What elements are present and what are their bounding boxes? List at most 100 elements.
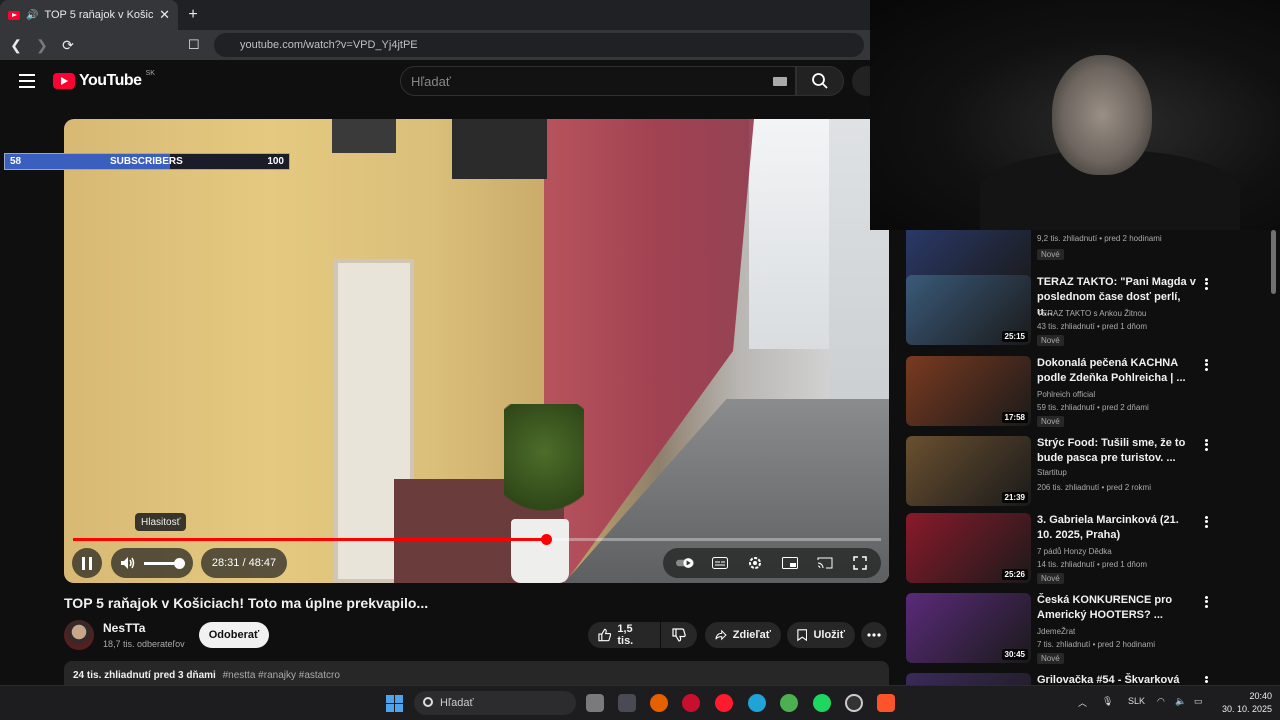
player-right-controls bbox=[663, 548, 881, 578]
volume-icon[interactable] bbox=[120, 556, 136, 570]
task-view-icon[interactable] bbox=[586, 694, 604, 712]
keyboard-icon[interactable] bbox=[773, 77, 787, 86]
language-indicator[interactable]: SLK bbox=[1128, 696, 1145, 706]
recommended-video[interactable]: 25:15 TERAZ TAKTO: "Pani Magda v posledno… bbox=[906, 275, 1236, 346]
search-button[interactable] bbox=[796, 66, 844, 96]
youtube-logo[interactable]: YouTube SK bbox=[53, 70, 155, 90]
recommended-channel[interactable]: JdemeŽrat bbox=[1037, 627, 1075, 636]
progress-bar[interactable] bbox=[73, 534, 881, 545]
video-thumbnail[interactable]: 30:45 bbox=[906, 593, 1031, 663]
volume-control[interactable] bbox=[111, 548, 193, 578]
recommended-video[interactable]: Grilovačka #54 - Škvarková bbox=[906, 673, 1236, 685]
firefox-icon[interactable] bbox=[650, 694, 668, 712]
more-vertical-icon[interactable] bbox=[1199, 595, 1213, 609]
recommended-video[interactable]: 25:26 3. Gabriela Marcinková (21. 10. 202… bbox=[906, 513, 1236, 584]
edge-icon[interactable] bbox=[748, 694, 766, 712]
fullscreen-icon[interactable] bbox=[851, 554, 869, 572]
windows-start-icon[interactable] bbox=[386, 695, 403, 712]
autoplay-toggle[interactable] bbox=[675, 554, 694, 572]
recommended-title[interactable]: Strýc Food: Tušili sme, že to bude pasca… bbox=[1037, 436, 1197, 466]
volume-slider[interactable] bbox=[144, 557, 185, 569]
battery-icon[interactable]: ▭ bbox=[1194, 696, 1203, 707]
bookmark-icon[interactable]: ☐ bbox=[188, 37, 200, 53]
search-input[interactable]: Hľadať bbox=[400, 66, 796, 96]
recommended-channel[interactable]: Pohlreich official bbox=[1037, 390, 1095, 399]
recommended-channel[interactable]: Startitup bbox=[1037, 468, 1067, 477]
audio-playing-icon[interactable]: 🔊 bbox=[26, 10, 38, 21]
recommended-channel[interactable]: TERAZ TAKTO s Ankou Žitnou bbox=[1037, 309, 1146, 318]
subscriber-count: 58 bbox=[10, 156, 22, 167]
forward-icon[interactable]: ❯ bbox=[34, 37, 50, 53]
cast-icon[interactable] bbox=[816, 554, 834, 572]
spotify-icon[interactable] bbox=[813, 694, 831, 712]
more-vertical-icon[interactable] bbox=[1199, 358, 1213, 372]
chrome-icon[interactable] bbox=[780, 694, 798, 712]
channel-name[interactable]: NesTTa bbox=[103, 621, 145, 635]
recommended-title[interactable]: Grilovačka #54 - Škvarková bbox=[1037, 673, 1197, 685]
share-button[interactable]: Zdieľať bbox=[705, 622, 781, 648]
sidebar-scrollbar[interactable] bbox=[1271, 230, 1276, 294]
menu-icon[interactable] bbox=[19, 74, 35, 88]
channel-subscribers: 18,7 tis. odberateľov bbox=[103, 639, 185, 649]
miniplayer-icon[interactable] bbox=[781, 554, 799, 572]
wifi-icon[interactable]: ◠ bbox=[1157, 696, 1165, 707]
progress-scrubber[interactable] bbox=[540, 534, 552, 545]
more-vertical-icon[interactable] bbox=[1199, 675, 1213, 685]
recommended-video[interactable]: 17:58 Dokonalá pečená KACHNA podle Zdeňka… bbox=[906, 356, 1236, 427]
video-frame-pot bbox=[511, 519, 569, 583]
recommended-video[interactable]: 21:39 Strýc Food: Tušili sme, že to bude … bbox=[906, 436, 1236, 506]
brave-icon[interactable] bbox=[877, 694, 895, 712]
recommended-title[interactable]: Dokonalá pečená KACHNA podle Zdeňka Pohl… bbox=[1037, 356, 1197, 386]
video-thumbnail[interactable]: 25:15 bbox=[906, 275, 1031, 345]
recommended-meta: 7 tis. zhliadnutí • pred 2 hodinami bbox=[1037, 640, 1155, 649]
save-label: Uložiť bbox=[813, 629, 845, 641]
video-duration: 25:26 bbox=[1001, 569, 1028, 580]
volume-tooltip: Hlasitosť bbox=[135, 513, 187, 531]
video-thumbnail[interactable] bbox=[906, 673, 1031, 685]
dislike-button[interactable] bbox=[661, 622, 697, 648]
recommended-title[interactable]: Česká KONKURENCE pro Americký HOOTERS? .… bbox=[1037, 593, 1197, 623]
youtube-header: YouTube SK Hľadať bbox=[0, 60, 882, 104]
url-field[interactable]: youtube.com/watch?v=VPD_Yj4jtPE bbox=[214, 33, 864, 57]
video-thumbnail[interactable]: 25:26 bbox=[906, 513, 1031, 583]
video-thumbnail[interactable]: 17:58 bbox=[906, 356, 1031, 426]
tray-chevron-icon[interactable]: ︿ bbox=[1078, 696, 1087, 709]
url-text: youtube.com/watch?v=VPD_Yj4jtPE bbox=[240, 39, 418, 51]
video-player[interactable] bbox=[64, 119, 889, 583]
more-vertical-icon[interactable] bbox=[1199, 277, 1213, 291]
app-red-icon[interactable] bbox=[682, 694, 700, 712]
save-button[interactable]: Uložiť bbox=[787, 622, 855, 648]
recommended-video[interactable]: 30:45 Česká KONKURENCE pro Americký HOOTE… bbox=[906, 593, 1236, 664]
more-actions-button[interactable] bbox=[861, 622, 887, 648]
more-vertical-icon[interactable] bbox=[1199, 515, 1213, 529]
new-tab-button[interactable]: + bbox=[178, 0, 208, 30]
app-icon[interactable] bbox=[618, 694, 636, 712]
video-duration: 17:58 bbox=[1001, 412, 1028, 423]
more-horizontal-icon bbox=[867, 633, 881, 637]
back-icon[interactable]: ❮ bbox=[8, 37, 24, 53]
video-duration: 30:45 bbox=[1001, 649, 1028, 660]
opera-icon[interactable] bbox=[715, 694, 733, 712]
reload-icon[interactable]: ⟳ bbox=[60, 37, 76, 53]
recommended-channel[interactable]: 7 pádů Honzy Dědka bbox=[1037, 547, 1112, 556]
close-tab-icon[interactable]: ✕ bbox=[159, 7, 170, 23]
video-thumbnail[interactable]: 21:39 bbox=[906, 436, 1031, 506]
search-icon bbox=[812, 73, 828, 89]
like-button[interactable]: 1,5 tis. bbox=[588, 622, 660, 648]
recommended-title[interactable]: 3. Gabriela Marcinková (21. 10. 2025, Pr… bbox=[1037, 513, 1197, 543]
more-vertical-icon[interactable] bbox=[1199, 438, 1213, 452]
pause-button[interactable] bbox=[72, 548, 102, 578]
recommended-meta: 206 tis. zhliadnutí • pred 2 rokmi bbox=[1037, 483, 1151, 492]
microphone-icon[interactable]: 🎙 bbox=[1102, 696, 1113, 707]
hashtags[interactable]: #nestta #ranajky #astatcro bbox=[223, 670, 340, 681]
subscribe-button[interactable]: Odoberať bbox=[199, 622, 269, 648]
settings-gear-icon[interactable] bbox=[746, 554, 764, 572]
obs-icon[interactable] bbox=[845, 694, 863, 712]
speaker-icon[interactable]: 🔈 bbox=[1175, 696, 1186, 707]
browser-tab[interactable]: 🔊 TOP 5 raňajok v Košiciach! To ✕ bbox=[0, 0, 178, 30]
channel-avatar[interactable] bbox=[64, 620, 94, 650]
new-badge: Nové bbox=[1037, 416, 1064, 427]
taskbar-clock[interactable]: 20:40 30. 10. 2025 bbox=[1212, 690, 1272, 716]
taskbar-search[interactable]: Hľadať bbox=[414, 691, 576, 715]
subtitles-icon[interactable] bbox=[711, 554, 729, 572]
